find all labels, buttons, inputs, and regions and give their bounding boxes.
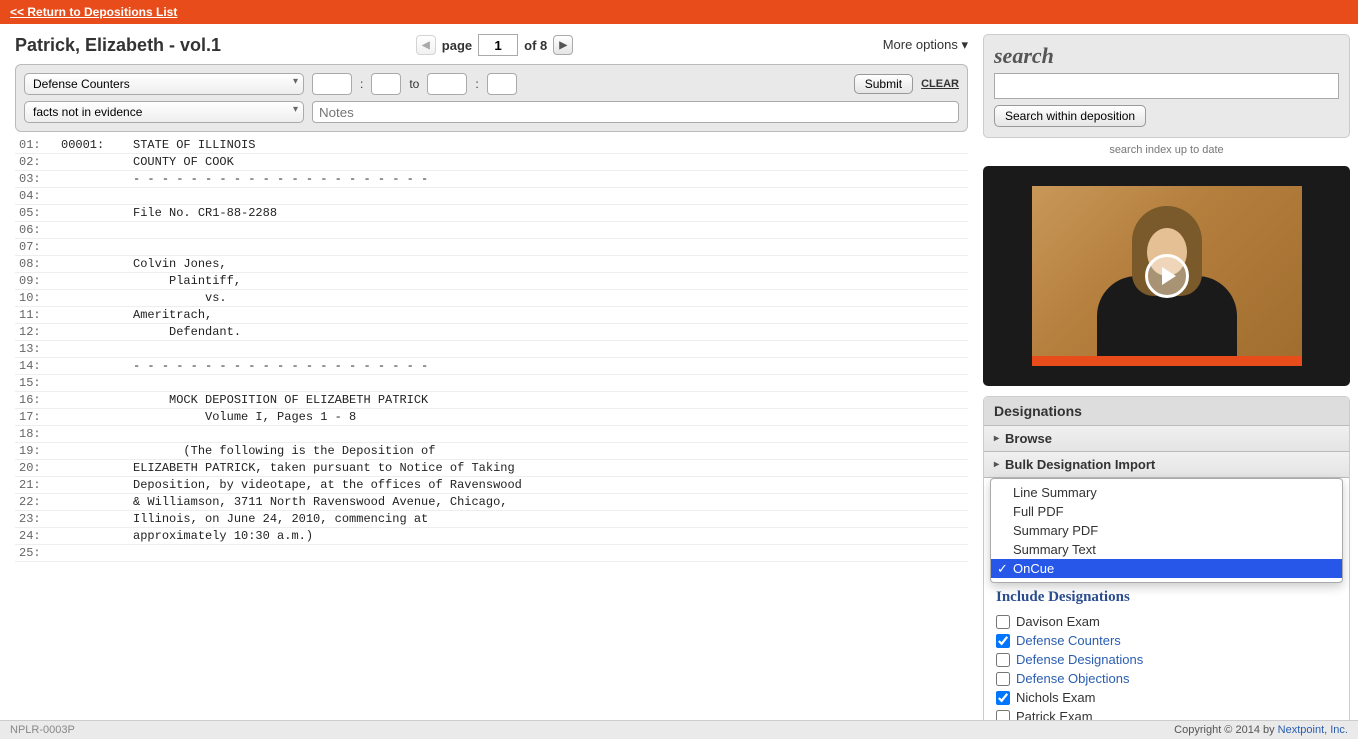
transcript-line[interactable]: 09: Plaintiff, <box>15 273 968 290</box>
footer-copyright: Copyright © 2014 by <box>1174 724 1278 736</box>
designation-label[interactable]: Defense Designations <box>1016 652 1143 667</box>
designation-checkbox[interactable] <box>996 615 1010 629</box>
transcript-line[interactable]: 20: ELIZABETH PATRICK, taken pursuant to… <box>15 460 968 477</box>
pager: ◀ page of 8 ▶ <box>416 34 573 56</box>
designation-checkbox-row: Davison Exam <box>996 612 1337 631</box>
include-title: Include Designations <box>996 589 1337 606</box>
designation-checkbox-row: Defense Objections <box>996 669 1337 688</box>
transcript-line[interactable]: 21: Deposition, by videotape, at the off… <box>15 477 968 494</box>
transcript-line[interactable]: 10: vs. <box>15 290 968 307</box>
footer-doc-id: NPLR-0003P <box>10 724 75 736</box>
designation-checkbox[interactable] <box>996 691 1010 705</box>
designation-checkbox[interactable] <box>996 653 1010 667</box>
designation-label[interactable]: Nichols Exam <box>1016 690 1095 705</box>
more-options-dropdown[interactable]: More options <box>883 37 968 53</box>
browse-row[interactable]: Browse <box>984 426 1349 452</box>
designation-label[interactable]: Defense Counters <box>1016 633 1121 648</box>
page-of-label: of 8 <box>524 38 547 53</box>
search-status: search index up to date <box>983 144 1350 156</box>
play-icon[interactable] <box>1145 254 1189 298</box>
transcript-line[interactable]: 11: Ameritrach, <box>15 307 968 324</box>
transcript-line[interactable]: 05: File No. CR1-88-2288 <box>15 205 968 222</box>
transcript-line[interactable]: 01:00001: STATE OF ILLINOIS <box>15 137 968 154</box>
include-designations-section: Include Designations Davison Exam Defense… <box>984 583 1349 736</box>
export-option[interactable]: Line Summary <box>991 483 1342 502</box>
transcript-line[interactable]: 17: Volume I, Pages 1 - 8 <box>15 409 968 426</box>
page-input[interactable] <box>478 34 518 56</box>
bulk-import-row[interactable]: Bulk Designation Import <box>984 452 1349 478</box>
range-page-end[interactable] <box>427 73 467 95</box>
transcript-line[interactable]: 02: COUNTY OF COOK <box>15 154 968 171</box>
page-label: page <box>442 38 472 53</box>
prev-page-button[interactable]: ◀ <box>416 35 436 55</box>
transcript-line[interactable]: 14: - - - - - - - - - - - - - - - - - - … <box>15 358 968 375</box>
to-label: to <box>409 77 419 91</box>
designation-label[interactable]: Defense Objections <box>1016 671 1129 686</box>
transcript-line[interactable]: 08: Colvin Jones, <box>15 256 968 273</box>
transcript-line[interactable]: 25: <box>15 545 968 562</box>
facts-select[interactable]: facts not in evidence <box>24 101 304 123</box>
transcript-line[interactable]: 18: <box>15 426 968 443</box>
export-option[interactable]: Summary PDF <box>991 521 1342 540</box>
footer-company-link[interactable]: Nextpoint, Inc. <box>1278 724 1348 736</box>
transcript-line[interactable]: 07: <box>15 239 968 256</box>
search-button[interactable]: Search within deposition <box>994 105 1146 127</box>
transcript-line[interactable]: 06: <box>15 222 968 239</box>
transcript-line[interactable]: 12: Defendant. <box>15 324 968 341</box>
range-page-start[interactable] <box>312 73 352 95</box>
transcript: 01:00001: STATE OF ILLINOIS02: COUNTY OF… <box>15 137 968 562</box>
video-player[interactable] <box>983 166 1350 386</box>
transcript-line[interactable]: 04: <box>15 188 968 205</box>
export-option[interactable]: Summary Text <box>991 540 1342 559</box>
range-line-end[interactable] <box>487 73 517 95</box>
export-format-dropdown[interactable]: Line SummaryFull PDFSummary PDFSummary T… <box>990 478 1343 583</box>
search-box: search Search within deposition <box>983 34 1350 138</box>
transcript-line[interactable]: 13: <box>15 341 968 358</box>
designations-title: Designations <box>984 397 1349 426</box>
transcript-line[interactable]: 19: (The following is the Deposition of <box>15 443 968 460</box>
clear-link[interactable]: CLEAR <box>921 78 959 90</box>
designation-checkbox[interactable] <box>996 672 1010 686</box>
designation-label[interactable]: Davison Exam <box>1016 614 1100 629</box>
submit-button[interactable]: Submit <box>854 74 913 94</box>
top-bar: << Return to Depositions List <box>0 0 1358 24</box>
transcript-line[interactable]: 16: MOCK DEPOSITION OF ELIZABETH PATRICK <box>15 392 968 409</box>
next-page-button[interactable]: ▶ <box>553 35 573 55</box>
designation-checkbox-row: Nichols Exam <box>996 688 1337 707</box>
designations-panel: Designations Browse Bulk Designation Imp… <box>983 396 1350 737</box>
transcript-line[interactable]: 24: approximately 10:30 a.m.) <box>15 528 968 545</box>
transcript-line[interactable]: 22: & Williamson, 3711 North Ravenswood … <box>15 494 968 511</box>
footer: NPLR-0003P Copyright © 2014 by Nextpoint… <box>0 720 1358 739</box>
transcript-line[interactable]: 15: <box>15 375 968 392</box>
range-line-start[interactable] <box>371 73 401 95</box>
controls-box: Defense Counters : to : Submit CLEAR fac… <box>15 64 968 132</box>
search-title: search <box>994 43 1339 69</box>
export-option[interactable]: Full PDF <box>991 502 1342 521</box>
export-option[interactable]: OnCue <box>991 559 1342 578</box>
designation-checkbox-row: Defense Counters <box>996 631 1337 650</box>
designation-checkbox[interactable] <box>996 634 1010 648</box>
transcript-line[interactable]: 03: - - - - - - - - - - - - - - - - - - … <box>15 171 968 188</box>
deposition-title: Patrick, Elizabeth - vol.1 <box>15 35 221 56</box>
designation-checkbox-row: Defense Designations <box>996 650 1337 669</box>
transcript-line[interactable]: 23: Illinois, on June 24, 2010, commenci… <box>15 511 968 528</box>
notes-input[interactable] <box>312 101 959 123</box>
header-row: Patrick, Elizabeth - vol.1 ◀ page of 8 ▶… <box>15 34 968 64</box>
search-input[interactable] <box>994 73 1339 99</box>
counter-select[interactable]: Defense Counters <box>24 73 304 95</box>
return-link[interactable]: << Return to Depositions List <box>10 5 177 19</box>
